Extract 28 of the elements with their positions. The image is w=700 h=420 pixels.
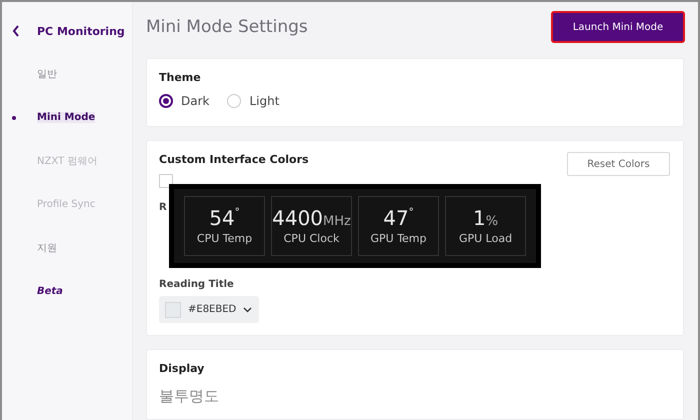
color-dropdown[interactable]: #E8EBED — [159, 296, 259, 323]
launch-mini-mode-button[interactable]: Launch Mini Mode — [551, 11, 685, 43]
section-title: Display — [159, 362, 206, 375]
reading-value: 47$^{°}$ — [383, 208, 414, 228]
section-title: Theme — [159, 71, 202, 84]
reading-value: 4400MHz — [272, 208, 351, 228]
radio-label: Light — [249, 94, 280, 108]
radio-label: Dark — [181, 94, 210, 108]
sidebar-item[interactable]: Beta — [37, 286, 63, 297]
reading-label: GPU Load — [458, 232, 512, 244]
section-title: Custom Interface Colors — [159, 153, 309, 166]
page-title: Mini Mode Settings — [146, 17, 308, 37]
reading-label: GPU Temp — [370, 232, 427, 244]
selected-dot-icon — [12, 116, 16, 120]
sidebar-item[interactable]: Mini Mode — [37, 112, 96, 123]
reading-label: CPU Temp — [196, 232, 252, 244]
reading-value: 54$^{°}$ — [209, 208, 240, 228]
chevron-down-icon — [243, 306, 252, 313]
field-label: R — [159, 202, 167, 213]
enable-checkbox[interactable] — [159, 174, 173, 188]
reset-colors-button[interactable]: Reset Colors — [567, 152, 670, 176]
opacity-label: 불투명도 — [159, 387, 220, 406]
reading-label: CPU Clock — [284, 232, 340, 244]
back-link[interactable]: PC Monitoring — [37, 24, 125, 38]
field-label: Reading Title — [159, 279, 235, 290]
radio-button[interactable] — [159, 94, 173, 108]
reading-value: 1% — [472, 208, 498, 228]
color-swatch — [165, 302, 181, 318]
